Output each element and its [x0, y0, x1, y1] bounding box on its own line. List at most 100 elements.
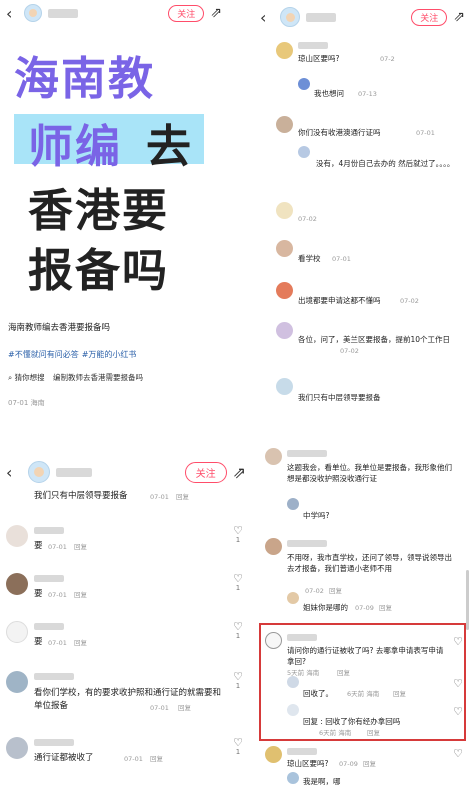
like-icon[interactable]: ♡ — [452, 748, 464, 759]
author-name-blurred[interactable] — [306, 12, 336, 22]
cover-line-2a: 师编 — [28, 120, 123, 173]
comment-meta: 07-02 — [298, 215, 317, 223]
comment-text: 各位，问了，美兰区要报备，提前10个工作日 — [298, 335, 451, 344]
like-count: 1 — [235, 632, 241, 640]
reply-button[interactable]: 回复 — [74, 638, 87, 649]
author-avatar[interactable] — [280, 7, 300, 27]
reply-button[interactable]: 回复 — [367, 728, 380, 739]
commenter-avatar[interactable] — [287, 498, 299, 510]
cover-line-4: 报备吗 — [28, 244, 170, 297]
reply-button[interactable]: 回复 — [74, 542, 87, 553]
reply-text: 中学吗? — [303, 511, 330, 520]
commenter-avatar[interactable] — [276, 282, 293, 299]
like-icon[interactable]: ♡ 1 — [232, 737, 244, 756]
commenter-name-blurred — [34, 739, 74, 746]
comment-text: 我们只有中层领导要报备 — [34, 491, 128, 501]
commenter-avatar[interactable] — [6, 573, 28, 595]
commenter-avatar[interactable] — [276, 116, 293, 133]
commenter-avatar[interactable] — [287, 772, 299, 784]
tag-link[interactable]: #万能的小红书 — [82, 350, 137, 359]
like-icon[interactable]: ♡ 1 — [232, 621, 244, 640]
commenter-avatar[interactable] — [265, 448, 282, 465]
reply-button[interactable]: 回复 — [393, 689, 406, 700]
related-search[interactable]: ⌕ 猜你想搜 编制教师去香港需要报备吗 — [8, 372, 143, 383]
reply-meta: 07-13 — [358, 90, 377, 98]
comment-meta: 07-02 — [400, 297, 419, 305]
commenter-avatar[interactable] — [298, 78, 310, 90]
commenter-avatar[interactable] — [276, 378, 293, 395]
back-icon[interactable]: ‹ — [260, 8, 274, 27]
post-title: 海南教师编去香港要报备吗 — [8, 323, 111, 333]
reply-button[interactable]: 回复 — [337, 668, 350, 679]
reply-button[interactable]: 回复 — [178, 703, 191, 714]
commenter-avatar[interactable] — [265, 538, 282, 555]
comment-meta: 07-01 — [48, 591, 67, 599]
commenter-avatar[interactable] — [265, 632, 282, 649]
author-name-blurred[interactable] — [56, 467, 92, 477]
like-count: 1 — [235, 682, 241, 690]
comment-text: 看学校 — [298, 254, 321, 263]
commenter-avatar[interactable] — [276, 240, 293, 257]
commenter-avatar[interactable] — [6, 621, 28, 643]
comment-meta: 07-2 — [380, 55, 395, 63]
commenter-avatar[interactable] — [6, 671, 28, 693]
like-count: 1 — [235, 584, 241, 592]
commenter-avatar[interactable] — [276, 322, 293, 339]
search-query[interactable]: 编制教师去香港需要报备吗 — [53, 373, 143, 382]
comments-panel-bottom-left: ‹ 关注 ⇗ 我们只有中层领导要报备 07-01 回复 要 07-01 回复 ♡… — [0, 445, 250, 800]
commenter-avatar[interactable] — [6, 737, 28, 759]
reply-text: 回复 : 回收了你有经办拿回吗 — [303, 717, 401, 726]
commenter-avatar[interactable] — [276, 42, 293, 59]
like-icon[interactable]: ♡ 1 — [232, 525, 244, 544]
reply-button[interactable]: 回复 — [74, 590, 87, 601]
comment-meta: 07-01 — [332, 255, 351, 263]
tag-link[interactable]: #不懂就问有问必答 — [8, 350, 79, 359]
like-icon[interactable]: ♡ — [452, 678, 464, 689]
post-tags: #不懂就问有问必答 #万能的小红书 — [8, 349, 139, 360]
commenter-avatar[interactable] — [287, 592, 299, 604]
reply-button[interactable]: 回复 — [379, 603, 392, 614]
author-avatar[interactable] — [28, 461, 50, 483]
back-icon[interactable]: ‹ — [6, 4, 20, 23]
cover-line-3: 香港要 — [28, 184, 170, 237]
like-icon[interactable]: ♡ — [452, 636, 464, 647]
cover-image[interactable]: 海南教 师编 去 香港要 报备吗 — [0, 22, 228, 300]
comment-text: 看你们学校，有的要求收护照和通行证的就需要和单位报备 — [34, 688, 222, 711]
commenter-avatar[interactable] — [6, 525, 28, 547]
cover-line-2b: 去 — [146, 120, 194, 173]
reply-button[interactable]: 回复 — [176, 492, 189, 503]
reply-text: 我也想问 — [314, 89, 344, 98]
comment-meta: 07-02 — [340, 347, 359, 355]
share-icon[interactable]: ⇗ — [210, 5, 222, 21]
commenter-avatar[interactable] — [265, 746, 282, 763]
follow-button[interactable]: 关注 — [411, 8, 448, 26]
comment-meta: 07-01 — [48, 639, 67, 647]
back-icon[interactable]: ‹ — [6, 463, 20, 482]
comment-text: 这题我会，看单位。我单位是要报备，我形象他们想是都没收护照没收通行证 — [287, 463, 452, 483]
scrollbar[interactable] — [466, 570, 469, 630]
author-avatar[interactable] — [24, 4, 42, 22]
author-name-blurred[interactable] — [48, 8, 78, 18]
follow-button[interactable]: 关注 — [184, 461, 227, 483]
share-icon[interactable]: ⇗ — [233, 463, 246, 482]
share-icon[interactable]: ⇗ — [453, 9, 465, 25]
like-icon[interactable]: ♡ 1 — [232, 573, 244, 592]
reply-button[interactable]: 回复 — [329, 586, 342, 597]
like-icon[interactable]: ♡ 1 — [232, 671, 244, 690]
like-icon[interactable]: ♡ — [452, 706, 464, 717]
comment-meta: 07-02 — [305, 587, 324, 595]
commenter-avatar[interactable] — [276, 202, 293, 219]
post-header: ‹ 关注 ⇗ — [6, 4, 222, 23]
follow-button[interactable]: 关注 — [168, 4, 205, 22]
post-panel: ‹ 关注 ⇗ 海南教 师编 去 香港要 报备吗 海南教师编去香港要报备吗 #不懂… — [0, 0, 228, 425]
search-icon: ⌕ — [8, 373, 13, 382]
reply-meta: 07-09 — [355, 604, 374, 612]
commenter-avatar[interactable] — [287, 676, 299, 688]
reply-text: 没有，4月份自己去办的 然后就过了。。。。 — [316, 159, 455, 168]
comment-meta: 07-01 — [124, 755, 143, 763]
comment-meta: 07-01 — [48, 543, 67, 551]
commenter-avatar[interactable] — [298, 146, 310, 158]
commenter-avatar[interactable] — [287, 704, 299, 716]
reply-button[interactable]: 回复 — [150, 754, 163, 765]
reply-button[interactable]: 回复 — [363, 759, 376, 770]
